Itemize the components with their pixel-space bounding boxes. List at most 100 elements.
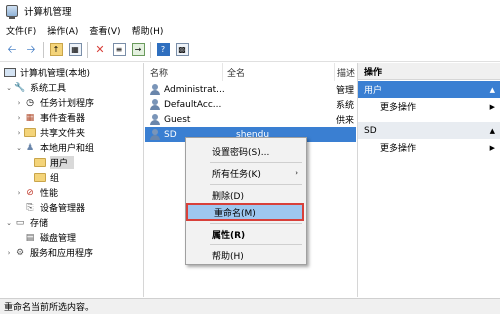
- menu-file[interactable]: 文件(F): [0, 24, 41, 37]
- chevron-right-icon[interactable]: ›: [14, 114, 24, 122]
- expand-arrow-icon: ▶: [489, 102, 495, 111]
- action-more-actions[interactable]: 更多操作 ▶: [358, 99, 500, 114]
- tree-item-system-tools[interactable]: ⌄ 🔧 系统工具: [4, 80, 66, 95]
- tree-item-local-users[interactable]: ⌄ ♟ 本地用户和组: [14, 140, 94, 155]
- tree-item-label: 系统工具: [30, 84, 67, 94]
- show-tree-icon[interactable]: ▦: [67, 42, 83, 58]
- disk-icon: ▤: [25, 232, 35, 243]
- shared-folder-icon: [24, 128, 36, 137]
- user-description: 供来: [336, 116, 355, 126]
- title-bar: 计算机管理: [0, 0, 500, 22]
- user-name: Guest: [164, 114, 191, 125]
- users-group-icon: ♟: [25, 142, 35, 153]
- column-header-description[interactable]: 描述: [335, 63, 356, 81]
- actions-title: 操作: [358, 63, 500, 80]
- list-item[interactable]: Administrat... 管理: [145, 82, 356, 97]
- computer-management-icon: [6, 5, 18, 19]
- menu-item-set-password[interactable]: 设置密码(S)...: [186, 142, 306, 160]
- actions-section-label: 用户: [364, 86, 383, 96]
- column-label: 全名: [227, 68, 246, 79]
- tree-item-label: 事件查看器: [40, 114, 86, 124]
- submenu-arrow-icon: ›: [295, 169, 298, 177]
- expand-arrow-icon: ▶: [489, 143, 495, 152]
- actions-title-label: 操作: [364, 67, 383, 78]
- tree-item-storage[interactable]: ⌄ ▭ 存储: [4, 215, 48, 230]
- menu-action[interactable]: 操作(A): [41, 24, 83, 37]
- help-icon[interactable]: ?: [155, 42, 171, 58]
- forward-icon[interactable]: 🡢: [23, 42, 39, 58]
- menu-item-delete[interactable]: 删除(D): [186, 186, 306, 204]
- menu-item-properties[interactable]: 属性(R): [186, 225, 306, 243]
- menu-view[interactable]: 查看(V): [83, 24, 125, 37]
- menu-separator: [210, 244, 302, 245]
- chevron-down-icon[interactable]: ⌄: [4, 219, 14, 227]
- tree-item-label: 共享文件夹: [40, 129, 86, 139]
- performance-icon: ⊘: [26, 187, 34, 198]
- chevron-right-icon[interactable]: ›: [14, 129, 24, 137]
- user-description: 系统: [336, 101, 355, 111]
- tree-item-label: 性能: [40, 189, 59, 199]
- tree-item-device-manager[interactable]: ⎘ 设备管理器: [24, 200, 85, 215]
- window-title: 计算机管理: [24, 7, 72, 18]
- tree-item-label: 服务和应用程序: [30, 249, 94, 259]
- column-header-full-name[interactable]: 全名: [223, 63, 335, 81]
- status-text: 重命名当前所选内容。: [4, 303, 95, 313]
- user-icon: [149, 98, 161, 111]
- tree-item-groups[interactable]: 组: [34, 170, 59, 185]
- chevron-down-icon[interactable]: ⌄: [4, 84, 14, 92]
- tree-item-root[interactable]: 计算机管理(本地): [4, 65, 90, 80]
- properties-icon[interactable]: ≡: [111, 42, 127, 58]
- list-item[interactable]: Guest 供来: [145, 112, 356, 127]
- collapse-arrow-icon[interactable]: ▲: [490, 86, 495, 94]
- menu-item-all-tasks[interactable]: 所有任务(K) ›: [186, 164, 306, 182]
- actions-section-users[interactable]: 用户 ▲: [358, 81, 500, 98]
- column-label: 描述: [337, 68, 356, 79]
- context-menu: 设置密码(S)... 所有任务(K) › 删除(D) 重命名(M) 属性(R) …: [185, 137, 307, 265]
- menu-help[interactable]: 帮助(H): [126, 24, 169, 37]
- chevron-right-icon[interactable]: ›: [14, 99, 24, 107]
- up-folder-icon[interactable]: ↑: [48, 42, 64, 58]
- folder-icon: [34, 173, 46, 182]
- tree-item-label: 存储: [30, 219, 49, 229]
- user-icon: [149, 128, 161, 141]
- tree-item-performance[interactable]: › ⊘ 性能: [14, 185, 58, 200]
- tree-item-disk-management[interactable]: ▤ 磁盘管理: [24, 230, 76, 245]
- menu-separator: [210, 162, 302, 163]
- tree-item-services[interactable]: › ⚙ 服务和应用程序: [4, 245, 93, 260]
- toolbar: 🡠 🡢 ↑ ▦ ✕ ≡ → ? ▩: [0, 38, 500, 62]
- toolbar-separator: [150, 41, 151, 58]
- list-item[interactable]: DefaultAcc... 系统: [145, 97, 356, 112]
- tree-item-label: 组: [50, 174, 60, 184]
- chevron-down-icon[interactable]: ⌄: [14, 144, 24, 152]
- chevron-right-icon[interactable]: ›: [14, 189, 24, 197]
- tree-item-users[interactable]: 用户: [34, 155, 75, 170]
- chevron-right-icon[interactable]: ›: [4, 249, 14, 257]
- delete-icon[interactable]: ✕: [92, 42, 108, 58]
- action-label: 更多操作: [380, 144, 417, 154]
- collapse-arrow-icon[interactable]: ▲: [490, 127, 495, 135]
- console-tree: 计算机管理(本地) ⌄ 🔧 系统工具 › ◷ 任务计划程序 › ▦ 事件查看器 …: [0, 63, 144, 297]
- menu-item-rename[interactable]: 重命名(M): [186, 203, 304, 221]
- tree-item-label: 设备管理器: [40, 204, 86, 214]
- column-header-name[interactable]: 名称: [145, 63, 223, 81]
- console-icon[interactable]: ▩: [174, 42, 190, 58]
- export-icon[interactable]: →: [130, 42, 146, 58]
- tree-item-event-viewer[interactable]: › ▦ 事件查看器: [14, 110, 85, 125]
- tools-icon: 🔧: [14, 82, 26, 93]
- actions-pane: 操作 用户 ▲ 更多操作 ▶ SD ▲ 更多操作 ▶: [357, 63, 500, 297]
- user-description: 管理: [336, 86, 355, 96]
- computer-icon: [4, 68, 16, 77]
- action-more-actions[interactable]: 更多操作 ▶: [358, 140, 500, 155]
- menu-item-help[interactable]: 帮助(H): [186, 246, 306, 264]
- device-manager-icon: ⎘: [26, 202, 34, 213]
- services-icon: ⚙: [15, 247, 25, 258]
- folder-icon: [34, 158, 46, 167]
- back-icon[interactable]: 🡠: [4, 42, 20, 58]
- status-bar: 重命名当前所选内容。: [0, 298, 500, 314]
- tree-item-shared-folders[interactable]: › 共享文件夹: [14, 125, 85, 140]
- user-icon: [149, 83, 161, 96]
- tree-item-label: 磁盘管理: [40, 234, 77, 244]
- actions-section-sd[interactable]: SD ▲: [358, 122, 500, 139]
- tree-item-task-scheduler[interactable]: › ◷ 任务计划程序: [14, 95, 94, 110]
- tree-item-label: 计算机管理(本地): [20, 69, 91, 79]
